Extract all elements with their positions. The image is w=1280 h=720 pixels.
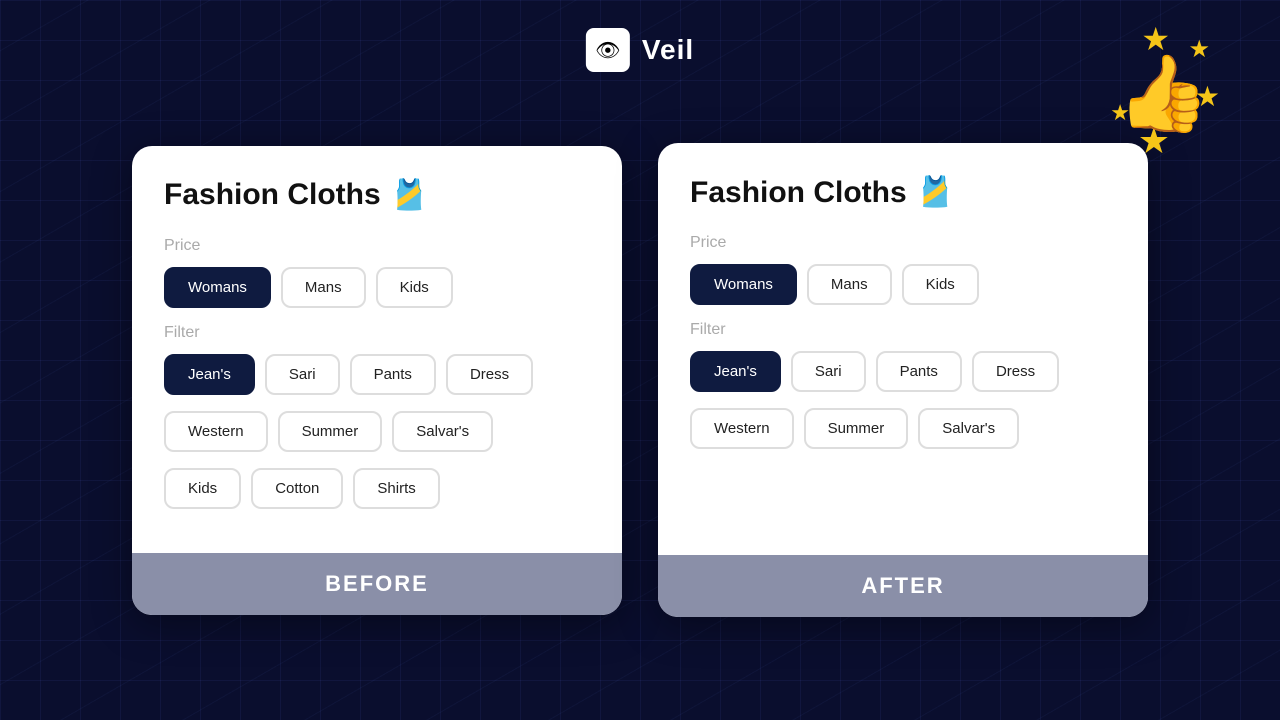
before-price-womans[interactable]: Womans [164,267,271,308]
before-title-text: Fashion Cloths [164,178,381,212]
after-title-emoji: 🎽 [917,175,954,210]
before-filter-salvars[interactable]: Salvar's [392,411,493,452]
before-price-group: Womans Mans Kids [164,267,590,308]
after-price-mans[interactable]: Mans [807,264,892,305]
before-filter-pants[interactable]: Pants [350,354,436,395]
main-content: Fashion Cloths 🎽 Price Womans Mans Kids … [132,143,1148,617]
after-price-group: Womans Mans Kids [690,264,1116,305]
before-card: Fashion Cloths 🎽 Price Womans Mans Kids … [132,146,622,615]
before-card-body: Fashion Cloths 🎽 Price Womans Mans Kids … [132,146,622,553]
after-filter-jeans[interactable]: Jean's [690,351,781,392]
after-filter-salvars[interactable]: Salvar's [918,408,1019,449]
before-filter-row1: Jean's Sari Pants Dress [164,354,590,395]
after-card: Fashion Cloths 🎽 Price Womans Mans Kids … [658,143,1148,617]
logo-text: Veil [642,34,694,66]
after-footer-label: AFTER [861,573,944,598]
after-card-footer: AFTER [658,555,1148,617]
header: 👁 Veil [586,28,694,72]
after-filter-summer[interactable]: Summer [804,408,909,449]
after-card-body: Fashion Cloths 🎽 Price Womans Mans Kids … [658,143,1148,555]
before-filter-dress[interactable]: Dress [446,354,533,395]
thumbs-up-icon: 👍 [1117,50,1210,138]
before-filter-label: Filter [164,324,590,342]
after-title-text: Fashion Cloths [690,176,907,210]
before-filter-row3: Kids Cotton Shirts [164,468,590,509]
before-price-kids[interactable]: Kids [376,267,453,308]
before-filter-kids[interactable]: Kids [164,468,241,509]
after-filter-pants[interactable]: Pants [876,351,962,392]
before-filter-western[interactable]: Western [164,411,268,452]
after-filter-row2: Western Summer Salvar's [690,408,1116,449]
after-price-label: Price [690,234,1116,252]
before-filter-sari[interactable]: Sari [265,354,340,395]
after-filter-sari[interactable]: Sari [791,351,866,392]
before-filter-cotton[interactable]: Cotton [251,468,343,509]
after-filter-label: Filter [690,321,1116,339]
before-filter-jeans[interactable]: Jean's [164,354,255,395]
after-price-womans[interactable]: Womans [690,264,797,305]
after-price-kids[interactable]: Kids [902,264,979,305]
before-title-emoji: 🎽 [391,178,428,213]
before-filter-row2: Western Summer Salvar's [164,411,590,452]
after-card-title: Fashion Cloths 🎽 [690,175,1116,210]
after-spacer [690,465,1116,527]
before-filter-shirts[interactable]: Shirts [353,468,439,509]
logo-icon: 👁 [595,38,620,63]
before-price-label: Price [164,237,590,255]
after-filter-row1: Jean's Sari Pants Dress [690,351,1116,392]
after-filter-western[interactable]: Western [690,408,794,449]
before-card-footer: BEFORE [132,553,622,615]
before-filter-summer[interactable]: Summer [278,411,383,452]
logo-box: 👁 [586,28,630,72]
before-price-mans[interactable]: Mans [281,267,366,308]
before-footer-label: BEFORE [325,571,429,596]
after-filter-dress[interactable]: Dress [972,351,1059,392]
before-card-title: Fashion Cloths 🎽 [164,178,590,213]
